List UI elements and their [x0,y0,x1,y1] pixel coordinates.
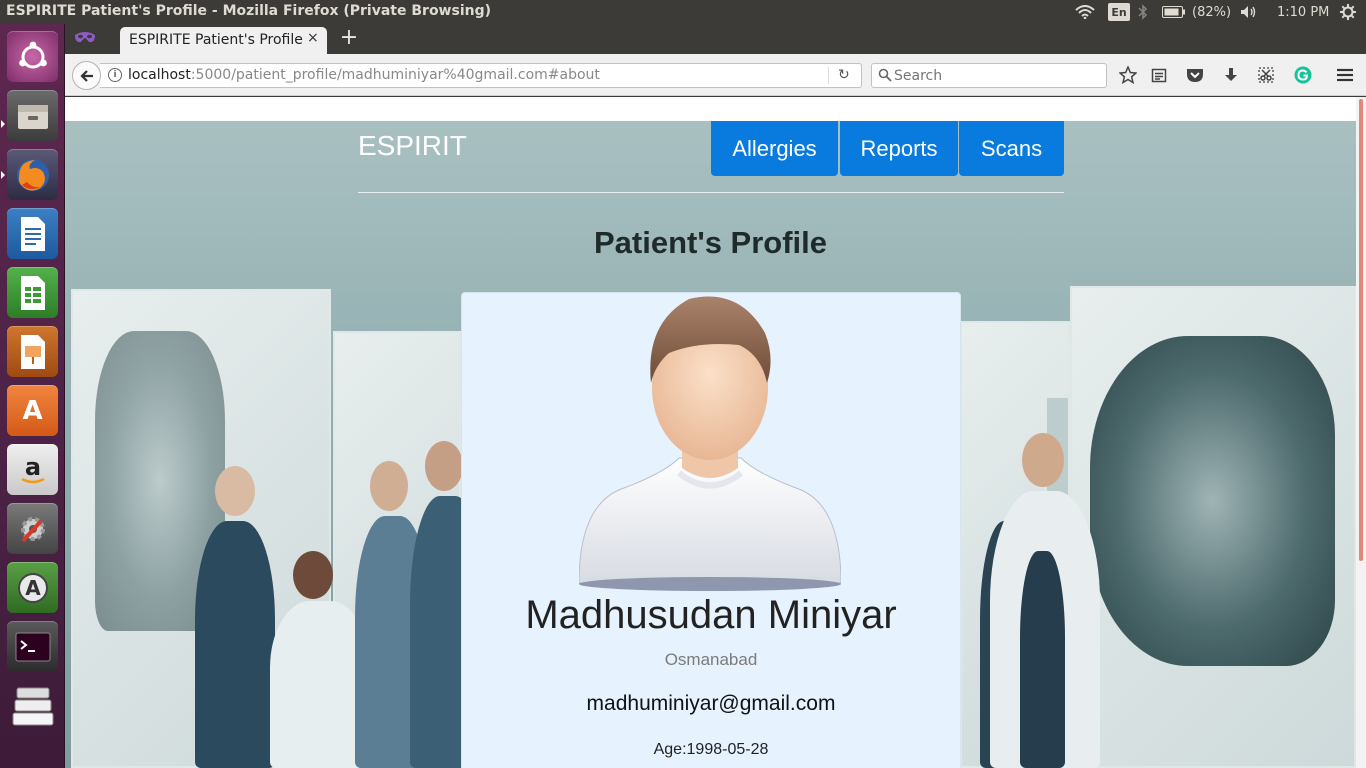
clock[interactable]: 1:10 PM [1277,3,1329,21]
unity-launcher: A a A [0,24,65,768]
patient-name: Madhusudan Miniyar [525,593,897,637]
url-divider [828,67,829,84]
search-box[interactable] [871,63,1107,88]
svg-text:a: a [24,453,40,481]
staff-head [370,461,408,511]
terminal-icon[interactable] [7,621,58,672]
url-host: localhost [128,67,191,83]
workspace-switcher-icon[interactable] [7,680,58,731]
grammarly-icon[interactable] [1293,65,1313,85]
browser-tab-bar: ESPIRITE Patient's Profile × + [65,24,1366,54]
avatar [579,296,841,591]
web-page: ESPIRIT Allergies Reports Scans Patient'… [65,97,1356,768]
new-tab-button[interactable]: + [338,26,360,50]
site-brand[interactable]: ESPIRIT [358,130,467,162]
tab-title: ESPIRITE Patient's Profile [129,32,303,48]
window-title: ESPIRITE Patient's Profile - Mozilla Fir… [6,3,492,19]
close-icon[interactable]: × [307,30,319,46]
running-indicator [1,120,5,128]
ubuntu-dash-icon[interactable] [7,31,58,82]
private-browsing-mask-icon [74,30,96,46]
nav-reports-button[interactable]: Reports [840,121,958,176]
profile-card: Madhusudan Miniyar Osmanabad madhuminiya… [461,292,961,768]
files-icon[interactable] [7,90,58,141]
bookmark-star-icon[interactable] [1118,65,1138,85]
volume-icon[interactable] [1240,3,1260,21]
staff-figure [195,521,275,768]
software-updater-icon[interactable]: A [7,562,58,613]
ubuntu-software-icon[interactable]: A [7,385,58,436]
back-button[interactable] [72,61,101,90]
url-bar[interactable]: i localhost:5000/patient_profile/madhumi… [100,63,862,88]
battery-icon[interactable] [1162,3,1188,21]
session-gear-icon[interactable] [1340,3,1358,21]
xray-film-skull [1090,336,1335,666]
libreoffice-impress-icon[interactable] [7,326,58,377]
page-scrollbar[interactable] [1356,97,1366,768]
active-tab[interactable]: ESPIRITE Patient's Profile × [120,27,327,54]
browser-nav-bar: i localhost:5000/patient_profile/madhumi… [65,54,1366,96]
scrollbar-thumb[interactable] [1359,99,1363,561]
reload-icon[interactable]: ↻ [838,67,850,83]
nav-allergies-button[interactable]: Allergies [711,121,838,176]
system-settings-icon[interactable] [7,503,58,554]
hamburger-menu-icon[interactable] [1335,65,1355,85]
download-icon[interactable] [1221,65,1241,85]
svg-text:A: A [25,576,41,600]
search-icon [878,68,892,82]
battery-percentage[interactable]: (82%) [1192,3,1231,21]
pocket-icon[interactable] [1185,65,1205,85]
system-top-panel: ESPIRITE Patient's Profile - Mozilla Fir… [0,0,1366,24]
page-title: Patient's Profile [593,225,828,260]
firefox-icon[interactable] [7,149,58,200]
search-input[interactable] [894,66,1094,85]
staff-scrubs [1020,551,1065,768]
patient-city: Osmanabad [664,650,758,669]
staff-head [293,551,333,599]
url-text[interactable]: localhost:5000/patient_profile/madhumini… [128,67,600,83]
back-arrow-icon [79,69,93,82]
staff-head [1022,433,1064,487]
bluetooth-icon[interactable] [1138,3,1150,21]
keyboard-layout-indicator[interactable]: En [1108,3,1130,21]
running-indicator [1,171,5,179]
url-path: :5000/patient_profile/madhuminiyar%40gma… [190,67,600,83]
libreoffice-writer-icon[interactable] [7,208,58,259]
staff-head [425,441,463,491]
screenshot-icon[interactable] [1256,65,1276,85]
wifi-icon[interactable] [1075,3,1097,21]
info-icon[interactable]: i [108,68,122,82]
reader-list-icon[interactable] [1149,65,1169,85]
patient-email: madhuminiyar@gmail.com [586,692,836,715]
nav-scans-button[interactable]: Scans [959,121,1064,176]
staff-head [215,466,255,516]
patient-age: Age:1998-05-28 [653,741,769,758]
libreoffice-calc-icon[interactable] [7,267,58,318]
amazon-icon[interactable]: a [7,444,58,495]
hero-background: ESPIRIT Allergies Reports Scans Patient'… [65,121,1356,768]
site-header: ESPIRIT Allergies Reports Scans [358,121,1064,193]
